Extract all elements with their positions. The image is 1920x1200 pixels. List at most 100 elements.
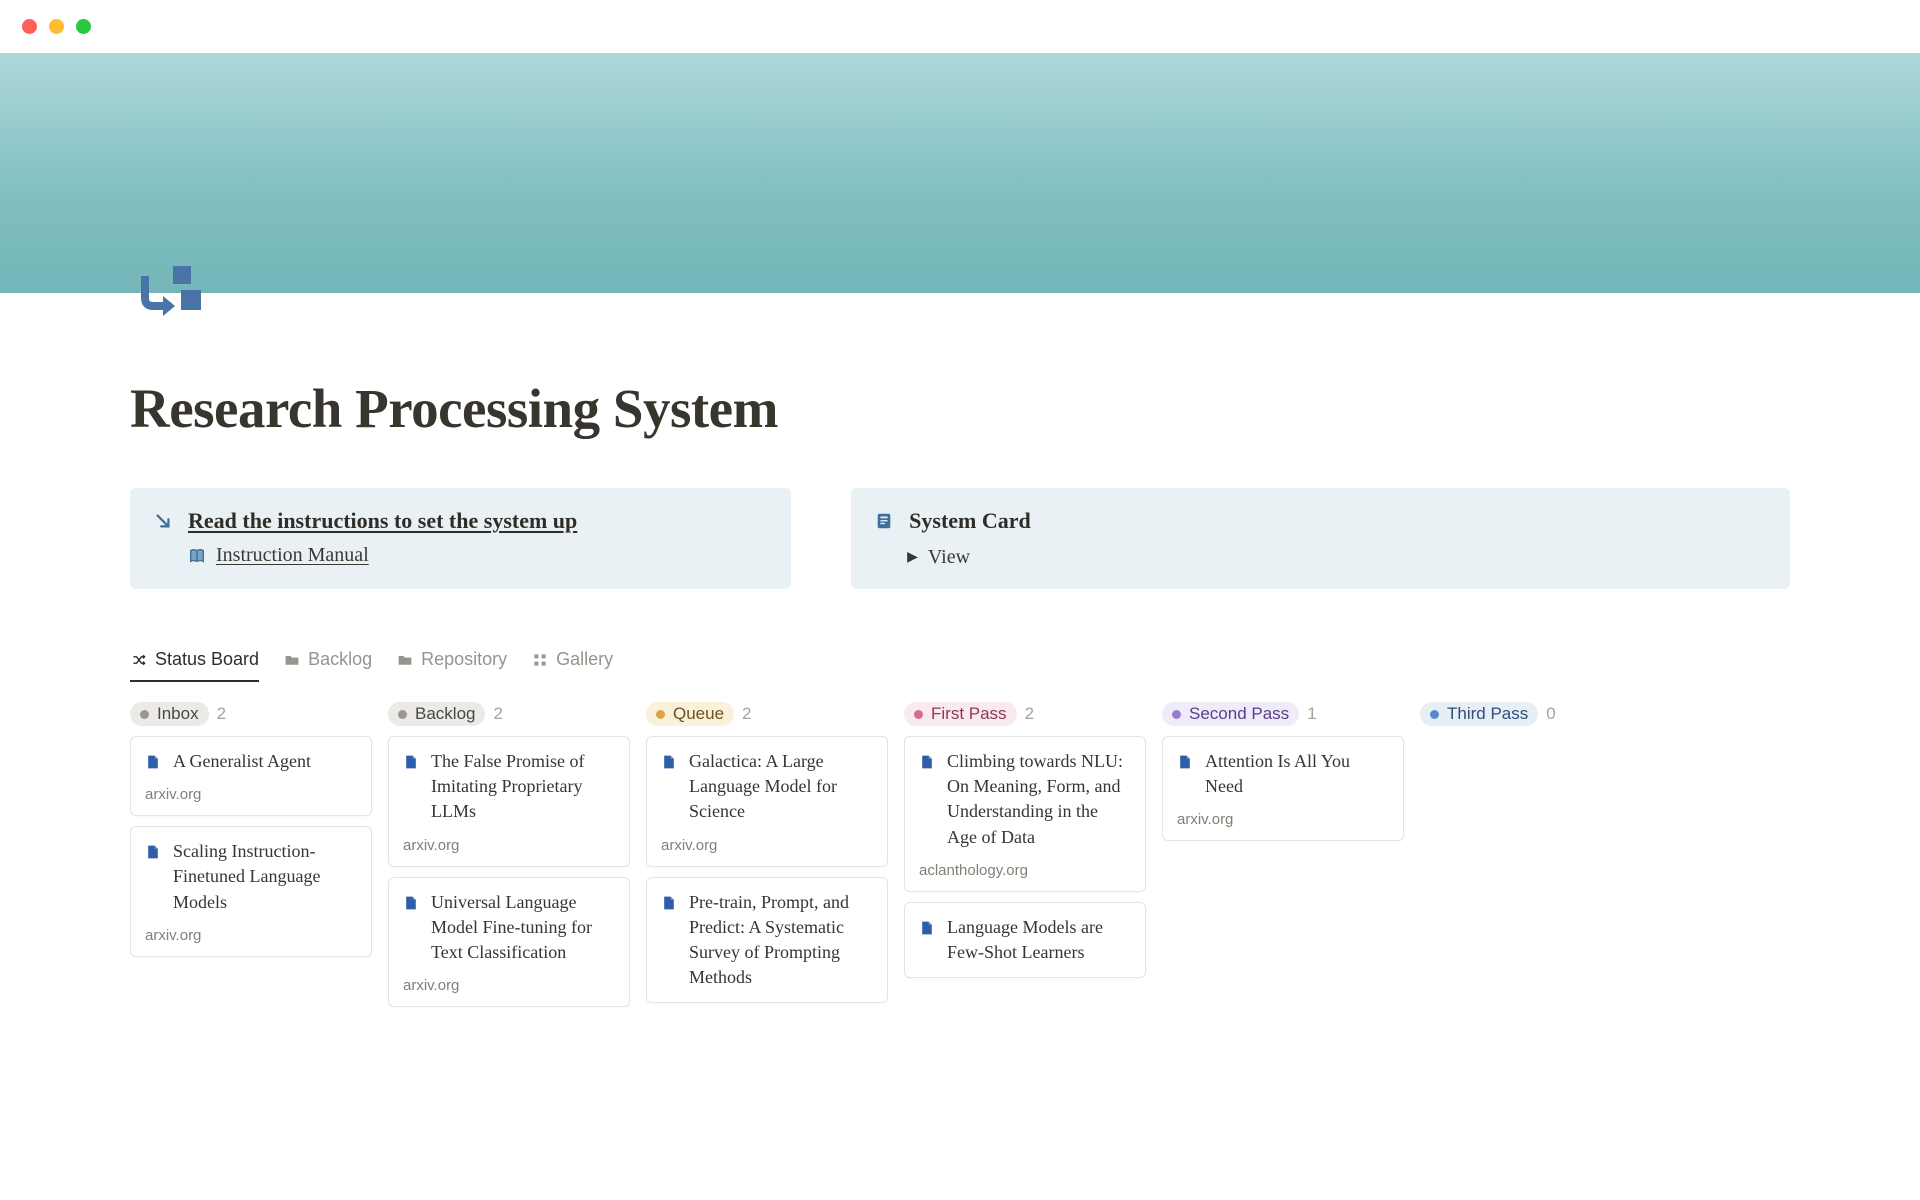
column-header: Backlog 2: [388, 702, 630, 726]
column-status-pill[interactable]: Inbox: [130, 702, 209, 726]
board-card[interactable]: Attention Is All You Need arxiv.org: [1162, 736, 1404, 841]
document-icon: [403, 893, 421, 911]
document-icon: [919, 918, 937, 936]
column-queue: Queue 2 Galactica: A Large Language Model …: [646, 702, 888, 1017]
column-count: 2: [493, 704, 502, 724]
card-icon: [873, 510, 895, 532]
page-title: Research Processing System: [130, 377, 1790, 440]
column-header: Third Pass 0: [1420, 702, 1662, 726]
card-title: The False Promise of Imitating Proprieta…: [431, 749, 615, 825]
column-name: Queue: [673, 704, 724, 724]
column-third-pass: Third Pass 0: [1420, 702, 1662, 1017]
column-header: Inbox 2: [130, 702, 372, 726]
card-title: A Generalist Agent: [173, 749, 311, 774]
column-status-pill[interactable]: Second Pass: [1162, 702, 1299, 726]
card-title: Scaling Instruction-Finetuned Language M…: [173, 839, 357, 915]
column-name: Backlog: [415, 704, 475, 724]
board-card[interactable]: Universal Language Model Fine-tuning for…: [388, 877, 630, 1008]
disclosure-triangle-icon: ▶: [907, 549, 918, 566]
tab-label: Repository: [421, 649, 507, 670]
board-card[interactable]: Galactica: A Large Language Model for Sc…: [646, 736, 888, 867]
fullscreen-window-button[interactable]: [76, 19, 91, 34]
grid-icon: [531, 651, 549, 669]
status-dot-icon: [1172, 710, 1181, 719]
document-icon: [661, 893, 679, 911]
card-title: Galactica: A Large Language Model for Sc…: [689, 749, 873, 825]
card-title: Pre-train, Prompt, and Predict: A System…: [689, 890, 873, 991]
status-dot-icon: [1430, 710, 1439, 719]
card-source: arxiv.org: [403, 837, 615, 854]
status-dot-icon: [140, 710, 149, 719]
tab-label: Gallery: [556, 649, 613, 670]
arrow-down-right-icon: [152, 510, 174, 532]
window-titlebar: [0, 0, 1920, 53]
column-status-pill[interactable]: First Pass: [904, 702, 1017, 726]
column-name: Inbox: [157, 704, 199, 724]
card-source: arxiv.org: [403, 977, 615, 994]
document-icon: [661, 752, 679, 770]
system-card-title: System Card: [909, 508, 1031, 534]
folder-icon: [396, 651, 414, 669]
column-name: Third Pass: [1447, 704, 1528, 724]
shuffle-icon: [130, 651, 148, 669]
column-status-pill[interactable]: Third Pass: [1420, 702, 1538, 726]
card-source: arxiv.org: [145, 786, 357, 803]
tab-label: Backlog: [308, 649, 372, 670]
column-count: 2: [1025, 704, 1034, 724]
minimize-window-button[interactable]: [49, 19, 64, 34]
view-label: View: [928, 546, 970, 569]
card-title: Universal Language Model Fine-tuning for…: [431, 890, 615, 966]
book-icon: [188, 547, 206, 565]
tab-label: Status Board: [155, 649, 259, 670]
column-header: Queue 2: [646, 702, 888, 726]
status-dot-icon: [656, 710, 665, 719]
tab-status-board[interactable]: Status Board: [130, 649, 259, 682]
document-icon: [145, 752, 163, 770]
document-icon: [403, 752, 421, 770]
column-count: 0: [1546, 704, 1555, 724]
page-icon[interactable]: [130, 255, 208, 333]
board-card[interactable]: Language Models are Few-Shot Learners: [904, 902, 1146, 978]
board-card[interactable]: The False Promise of Imitating Proprieta…: [388, 736, 630, 867]
tab-gallery[interactable]: Gallery: [531, 649, 613, 682]
system-card-callout: System Card ▶ View: [851, 488, 1790, 589]
column-header: First Pass 2: [904, 702, 1146, 726]
board-card[interactable]: A Generalist Agent arxiv.org: [130, 736, 372, 816]
column-name: Second Pass: [1189, 704, 1289, 724]
tab-repository[interactable]: Repository: [396, 649, 507, 682]
column-name: First Pass: [931, 704, 1007, 724]
column-count: 2: [217, 704, 226, 724]
column-status-pill[interactable]: Backlog: [388, 702, 485, 726]
column-second-pass: Second Pass1 Attention Is All You Need arx…: [1162, 702, 1404, 1017]
column-backlog: Backlog 2 The False Promise of Imitating P…: [388, 702, 630, 1017]
instructions-callout: Read the instructions to set the system …: [130, 488, 791, 589]
column-header: Second Pass1: [1162, 702, 1404, 726]
document-icon: [919, 752, 937, 770]
card-source: arxiv.org: [145, 927, 357, 944]
column-first-pass: First Pass 2 Climbing towards NLU: On Mean…: [904, 702, 1146, 1017]
board-card[interactable]: Climbing towards NLU: On Meaning, Form, …: [904, 736, 1146, 892]
column-count: 2: [742, 704, 751, 724]
card-source: aclanthology.org: [919, 862, 1131, 879]
card-title: Climbing towards NLU: On Meaning, Form, …: [947, 749, 1131, 850]
close-window-button[interactable]: [22, 19, 37, 34]
document-icon: [1177, 752, 1195, 770]
folder-icon: [283, 651, 301, 669]
column-inbox: Inbox 2 A Generalist Agent arxiv.org Scaling…: [130, 702, 372, 1017]
tab-backlog[interactable]: Backlog: [283, 649, 372, 682]
card-source: arxiv.org: [1177, 811, 1389, 828]
column-status-pill[interactable]: Queue: [646, 702, 734, 726]
instructions-link[interactable]: Read the instructions to set the system …: [188, 508, 577, 534]
instruction-manual-link[interactable]: Instruction Manual: [216, 544, 369, 567]
view-tabs: Status Board Backlog Repository Gallery: [130, 649, 1790, 682]
board-card[interactable]: Pre-train, Prompt, and Predict: A System…: [646, 877, 888, 1004]
status-dot-icon: [398, 710, 407, 719]
card-title: Attention Is All You Need: [1205, 749, 1389, 799]
status-dot-icon: [914, 710, 923, 719]
status-board: Inbox 2 A Generalist Agent arxiv.org Scaling…: [130, 702, 1790, 1017]
card-title: Language Models are Few-Shot Learners: [947, 915, 1131, 965]
board-card[interactable]: Scaling Instruction-Finetuned Language M…: [130, 826, 372, 957]
system-card-view-toggle[interactable]: ▶ View: [907, 546, 1768, 569]
document-icon: [145, 842, 163, 860]
card-source: arxiv.org: [661, 837, 873, 854]
